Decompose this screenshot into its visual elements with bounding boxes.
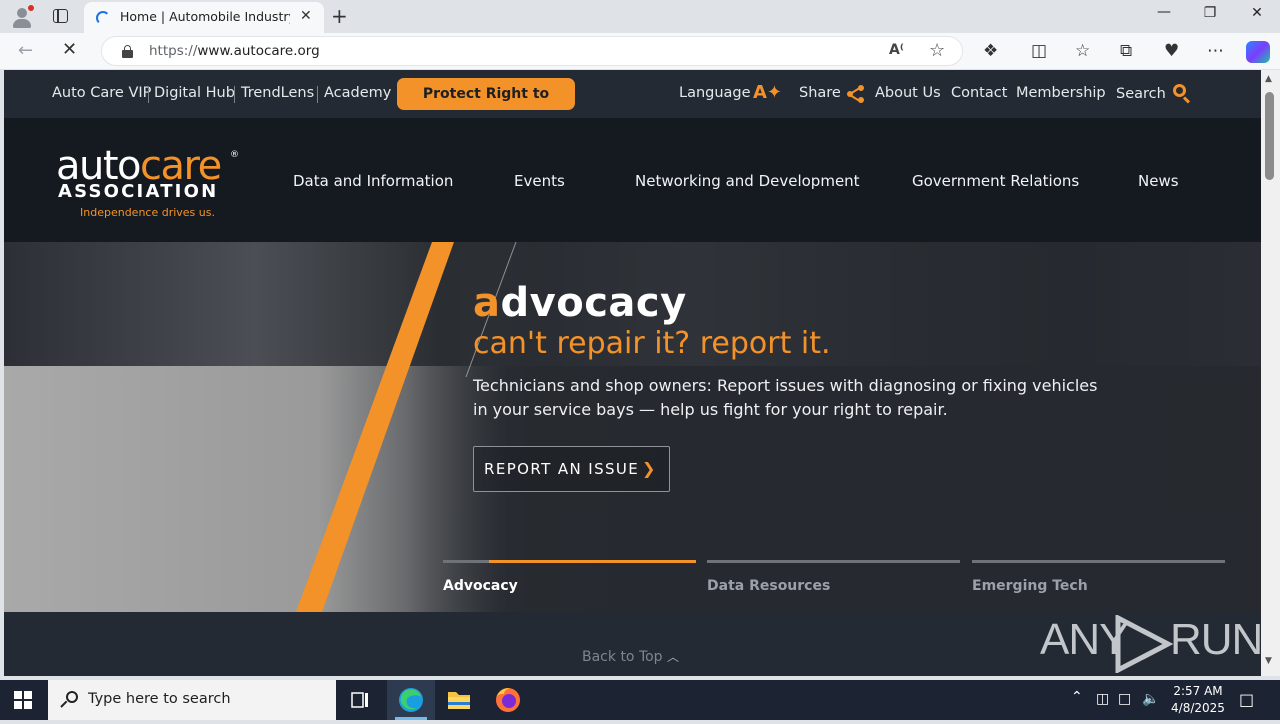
restore-button[interactable]: ❐ [1195,5,1225,21]
utility-nav: Auto Care VIP Digital Hub TrendLens Acad… [4,70,1261,134]
tab-actions-icon[interactable] [53,9,68,23]
browser-tab-bar: Home | Automobile Industry Ass... ✕ + — … [0,0,1280,33]
meet-now-icon[interactable]: ◫ [1096,691,1109,707]
taskbar-search-box[interactable]: Type here to search [48,680,336,720]
back-to-top-link[interactable]: Back to Top ︿ [582,648,679,665]
autocare-logo[interactable]: autocare ® ASSOCIATION Independence driv… [56,146,246,226]
file-explorer-icon[interactable] [435,680,483,720]
copilot-icon[interactable] [1246,41,1270,63]
address-bar[interactable]: https://www.autocare.org A⁽ ☆ [101,36,963,66]
collections-icon[interactable]: ⧉ [1120,41,1132,61]
volume-icon[interactable]: 🔈 [1142,691,1159,707]
hero-heading: advocacy [473,280,687,326]
profile-avatar-icon[interactable] [10,5,34,29]
back-arrow-icon[interactable]: ← [18,40,33,61]
translate-icon[interactable]: A✦ [753,82,782,103]
nav-news[interactable]: News [1138,172,1179,190]
firefox-icon[interactable] [484,680,532,720]
membership-link[interactable]: Membership [1016,85,1106,101]
taskbar-search-placeholder: Type here to search [88,691,231,707]
search-link[interactable]: Search [1116,86,1166,102]
notification-dot [28,5,34,11]
about-us-link[interactable]: About Us [875,85,941,101]
anyrun-watermark-logo: ANY RUN [1040,609,1261,673]
scroll-down-arrow-icon[interactable]: ▼ [1265,656,1272,666]
nav-networking-and-development[interactable]: Networking and Development [635,172,860,190]
search-icon [60,691,79,709]
share-link[interactable]: Share [799,85,841,101]
nav-data-and-information[interactable]: Data and Information [293,172,453,190]
scrollbar-thumb[interactable] [1265,92,1274,180]
chevron-right-icon: ❯ [642,459,656,478]
windows-taskbar: Type here to search ⌃ ◫ □ 🔈 2:57 AM 4/8/… [0,680,1280,720]
read-aloud-icon[interactable]: A⁽ [889,42,904,58]
hero-carousel: advocacy can't repair it? report it. Tec… [4,242,1261,612]
new-tab-button[interactable]: + [331,4,348,28]
notifications-icon[interactable]: □ [1239,690,1254,709]
loading-spinner-icon [96,11,110,25]
nav-government-relations[interactable]: Government Relations [912,172,1079,190]
show-hidden-icons-chevron-icon[interactable]: ⌃ [1071,689,1083,705]
browser-essentials-icon[interactable]: ♥ [1164,41,1179,61]
hero-description: Technicians and shop owners: Report issu… [473,376,1098,419]
windows-start-icon[interactable] [14,691,32,709]
link-digital-hub[interactable]: Digital Hub [154,85,235,101]
divider [148,86,149,103]
browser-tab-active[interactable]: Home | Automobile Industry Ass... ✕ [84,2,324,33]
taskbar-clock[interactable]: 2:57 AM 4/8/2025 [1168,683,1228,717]
settings-more-icon[interactable]: ⋯ [1207,41,1225,61]
url-text[interactable]: https://www.autocare.org [149,43,320,59]
browser-toolbar: ← ✕ https://www.autocare.org A⁽ ☆ ❖ ◫ ☆ … [0,33,1280,69]
link-trendlens[interactable]: TrendLens [241,85,314,101]
divider [234,86,235,103]
extensions-icon[interactable]: ❖ [983,41,998,61]
protect-right-to-repair-button[interactable]: Protect Right to Repair [397,78,575,134]
main-nav: autocare ® ASSOCIATION Independence driv… [4,118,1261,242]
edge-taskbar-icon[interactable] [387,680,435,720]
hero-subheading: can't repair it? report it. [473,326,831,361]
contact-link[interactable]: Contact [951,85,1007,101]
report-an-issue-button[interactable]: REPORT AN ISSUE ❯ [473,446,670,492]
page-scrollbar[interactable]: ▲ ▼ [1261,70,1280,676]
network-icon[interactable]: □ [1118,691,1131,707]
web-page: Auto Care VIP Digital Hub TrendLens Acad… [4,70,1261,676]
task-view-icon[interactable] [336,680,384,720]
favorites-icon[interactable]: ☆ [1075,41,1090,61]
favorite-star-icon[interactable]: ☆ [929,40,945,61]
share-icon[interactable] [847,85,865,103]
divider [317,86,318,103]
search-icon[interactable] [1173,84,1191,104]
stop-loading-icon[interactable]: ✕ [62,39,77,60]
window-close-button[interactable]: ✕ [1242,5,1272,21]
minimize-button[interactable]: — [1149,4,1179,20]
link-academy[interactable]: Academy [324,85,391,101]
link-auto-care-vip[interactable]: Auto Care VIP [52,85,151,101]
language-link[interactable]: Language [679,85,751,101]
lock-icon[interactable] [122,45,133,58]
tab-title: Home | Automobile Industry Ass... [120,9,290,24]
tab-close-button[interactable]: ✕ [300,8,312,24]
nav-events[interactable]: Events [514,172,565,190]
split-screen-icon[interactable]: ◫ [1031,41,1047,61]
chevron-up-icon: ︿ [667,650,680,664]
scroll-up-arrow-icon[interactable]: ▲ [1265,74,1272,84]
